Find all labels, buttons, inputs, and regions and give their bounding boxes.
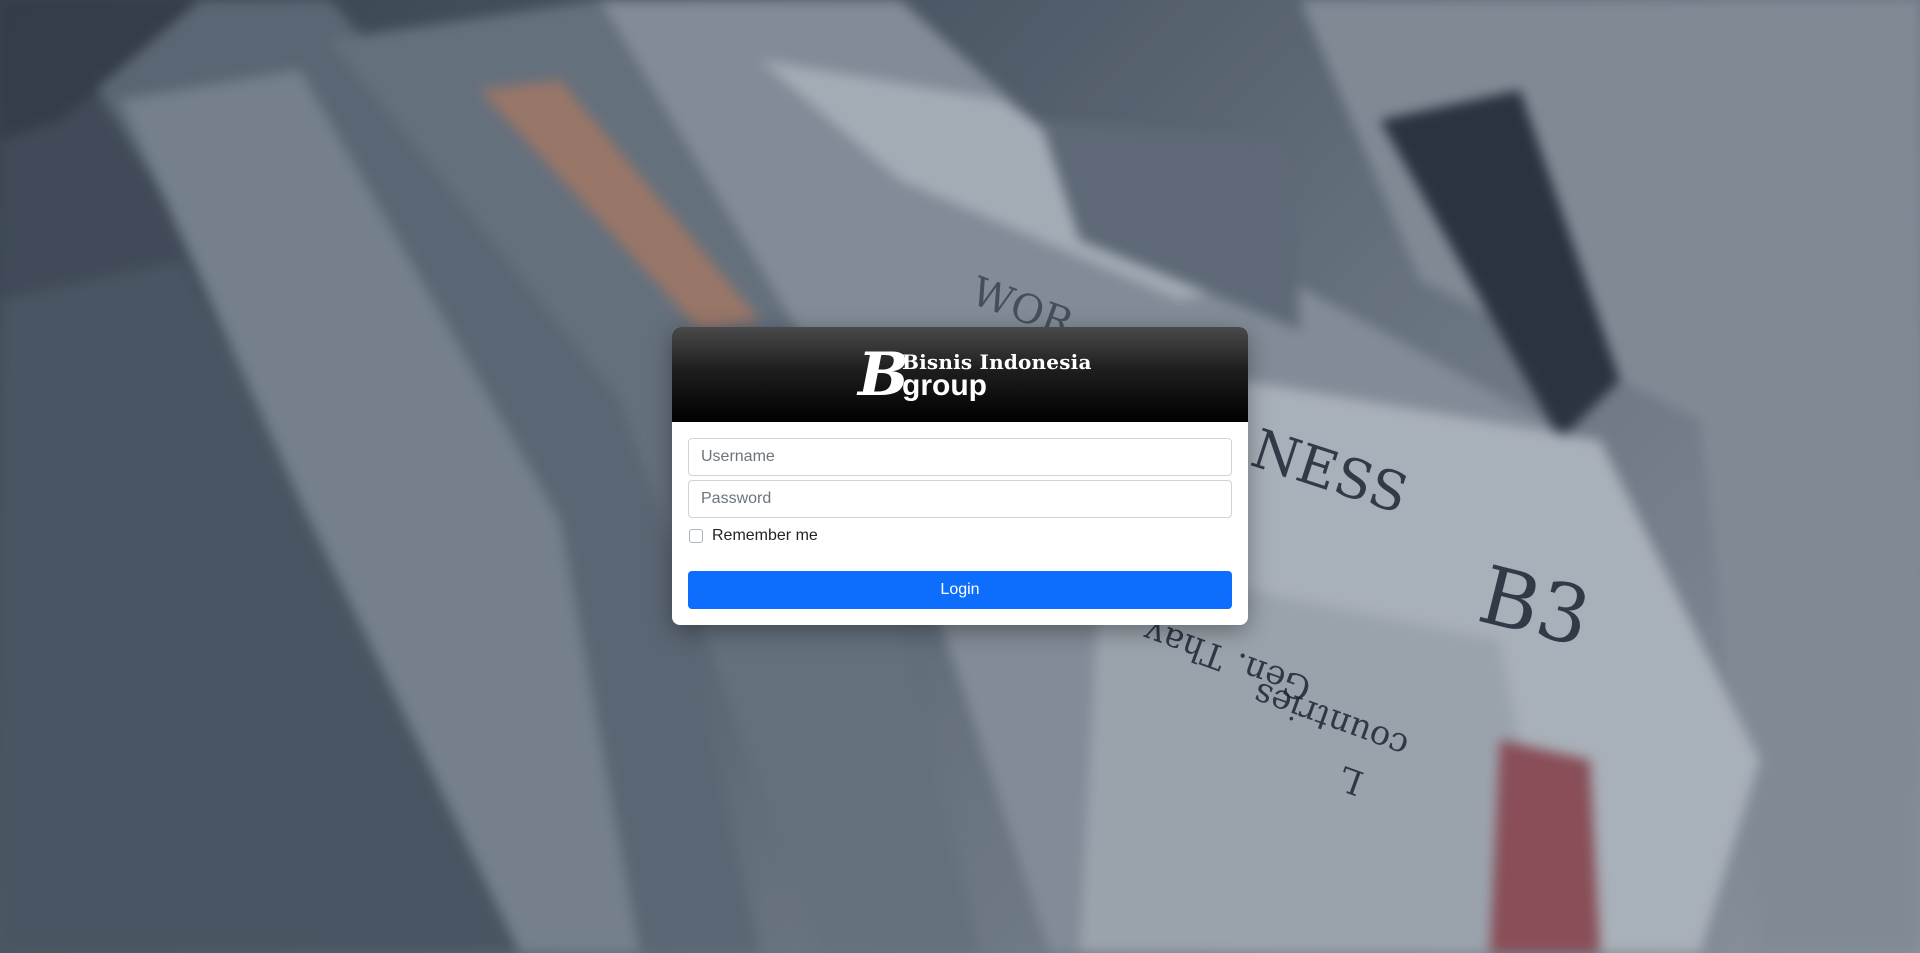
login-form: Remember me Login <box>672 422 1248 625</box>
username-input[interactable] <box>688 438 1232 476</box>
remember-me-checkbox[interactable] <box>689 529 703 543</box>
login-button[interactable]: Login <box>688 571 1232 609</box>
login-card: B Bisnis Indonesia group Remember me Log… <box>672 327 1248 625</box>
password-input[interactable] <box>688 480 1232 518</box>
remember-me-label[interactable]: Remember me <box>712 527 818 545</box>
bisnis-indonesia-group-logo: B Bisnis Indonesia group <box>858 344 1091 406</box>
card-header: B Bisnis Indonesia group <box>672 327 1248 422</box>
logo-subtitle: group <box>902 368 987 402</box>
remember-me-row: Remember me <box>688 526 1232 546</box>
